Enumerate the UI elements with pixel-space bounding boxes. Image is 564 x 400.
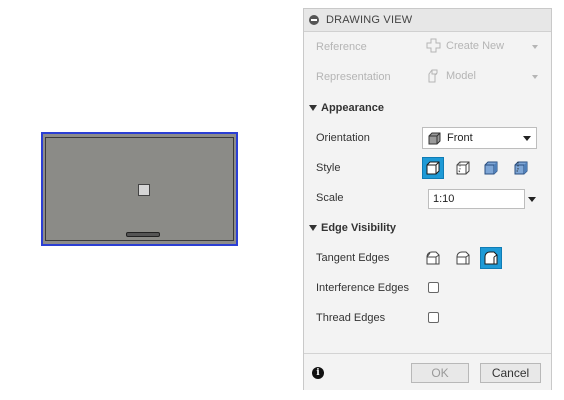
collapse-icon[interactable]: [309, 15, 319, 25]
style-row: Style: [304, 155, 551, 183]
reference-value: Create New: [446, 40, 505, 52]
shaded-icon: [484, 161, 498, 175]
scale-value: 1:10: [433, 193, 455, 205]
cancel-button[interactable]: Cancel: [480, 363, 541, 383]
thread-edges-label: Thread Edges: [316, 312, 386, 324]
model-icon: [428, 69, 438, 83]
tangent-edges-row: Tangent Edges: [304, 245, 551, 273]
scale-row: Scale 1:10: [304, 185, 551, 213]
chevron-down-icon: [532, 45, 538, 49]
front-view-icon: [428, 132, 441, 145]
shaded-hidden-edges-icon: [514, 161, 528, 175]
info-icon[interactable]: i: [312, 367, 324, 379]
representation-dropdown[interactable]: Model: [426, 67, 538, 87]
chevron-down-icon: [532, 75, 538, 79]
tangent-full-length-icon: [426, 251, 440, 265]
interference-edges-row: Interference Edges: [304, 275, 551, 303]
representation-row: Representation Model: [304, 64, 551, 92]
chevron-down-icon: [523, 136, 531, 141]
style-shaded-hidden-button[interactable]: [510, 157, 532, 179]
tangent-full-button[interactable]: [422, 247, 444, 269]
visible-edges-icon: [456, 161, 470, 175]
reference-dropdown[interactable]: Create New: [426, 37, 538, 57]
expand-triangle-icon: [309, 225, 317, 231]
visible-hidden-edges-icon: [426, 161, 440, 175]
edge-visibility-section-label: Edge Visibility: [321, 222, 396, 234]
orientation-row: Orientation Front: [304, 125, 551, 153]
expand-triangle-icon: [309, 105, 317, 111]
tangent-edges-label: Tangent Edges: [316, 252, 390, 264]
center-feature: [138, 184, 150, 196]
tangent-off-button[interactable]: [480, 247, 502, 269]
panel-header: DRAWING VIEW: [304, 9, 551, 32]
thread-edges-row: Thread Edges: [304, 305, 551, 333]
style-visible-hidden-button[interactable]: [422, 157, 444, 179]
view-body: [45, 137, 234, 241]
style-visible-edges-button[interactable]: [452, 157, 474, 179]
ok-button[interactable]: OK: [411, 363, 469, 383]
reference-label: Reference: [316, 41, 367, 53]
tangent-shortened-button[interactable]: [452, 247, 474, 269]
orientation-dropdown[interactable]: Front: [422, 127, 537, 149]
thread-edges-checkbox[interactable]: [428, 312, 439, 323]
appearance-section-label: Appearance: [321, 102, 384, 114]
interference-edges-label: Interference Edges: [316, 282, 409, 294]
panel-footer: i OK Cancel: [304, 353, 551, 390]
style-label: Style: [316, 162, 341, 174]
representation-label: Representation: [316, 71, 391, 83]
style-shaded-button[interactable]: [480, 157, 502, 179]
orientation-value: Front: [447, 132, 473, 144]
representation-value: Model: [446, 70, 476, 82]
chevron-down-icon[interactable]: [528, 197, 536, 202]
reference-row: Reference Create New: [304, 34, 551, 62]
drawing-view-panel: DRAWING VIEW Reference Create New Repres…: [303, 8, 552, 390]
drawing-view-preview[interactable]: [41, 132, 238, 246]
bottom-slot-feature: [126, 232, 160, 237]
orientation-label: Orientation: [316, 132, 370, 144]
scale-label: Scale: [316, 192, 344, 204]
tangent-shortened-icon: [456, 251, 470, 265]
interference-edges-checkbox[interactable]: [428, 282, 439, 293]
create-new-icon: [426, 38, 441, 53]
appearance-section-header[interactable]: Appearance: [304, 98, 551, 120]
panel-title: DRAWING VIEW: [326, 14, 413, 26]
edge-visibility-section-header[interactable]: Edge Visibility: [304, 218, 551, 240]
tangent-off-icon: [484, 251, 498, 265]
scale-dropdown[interactable]: 1:10: [428, 189, 525, 209]
